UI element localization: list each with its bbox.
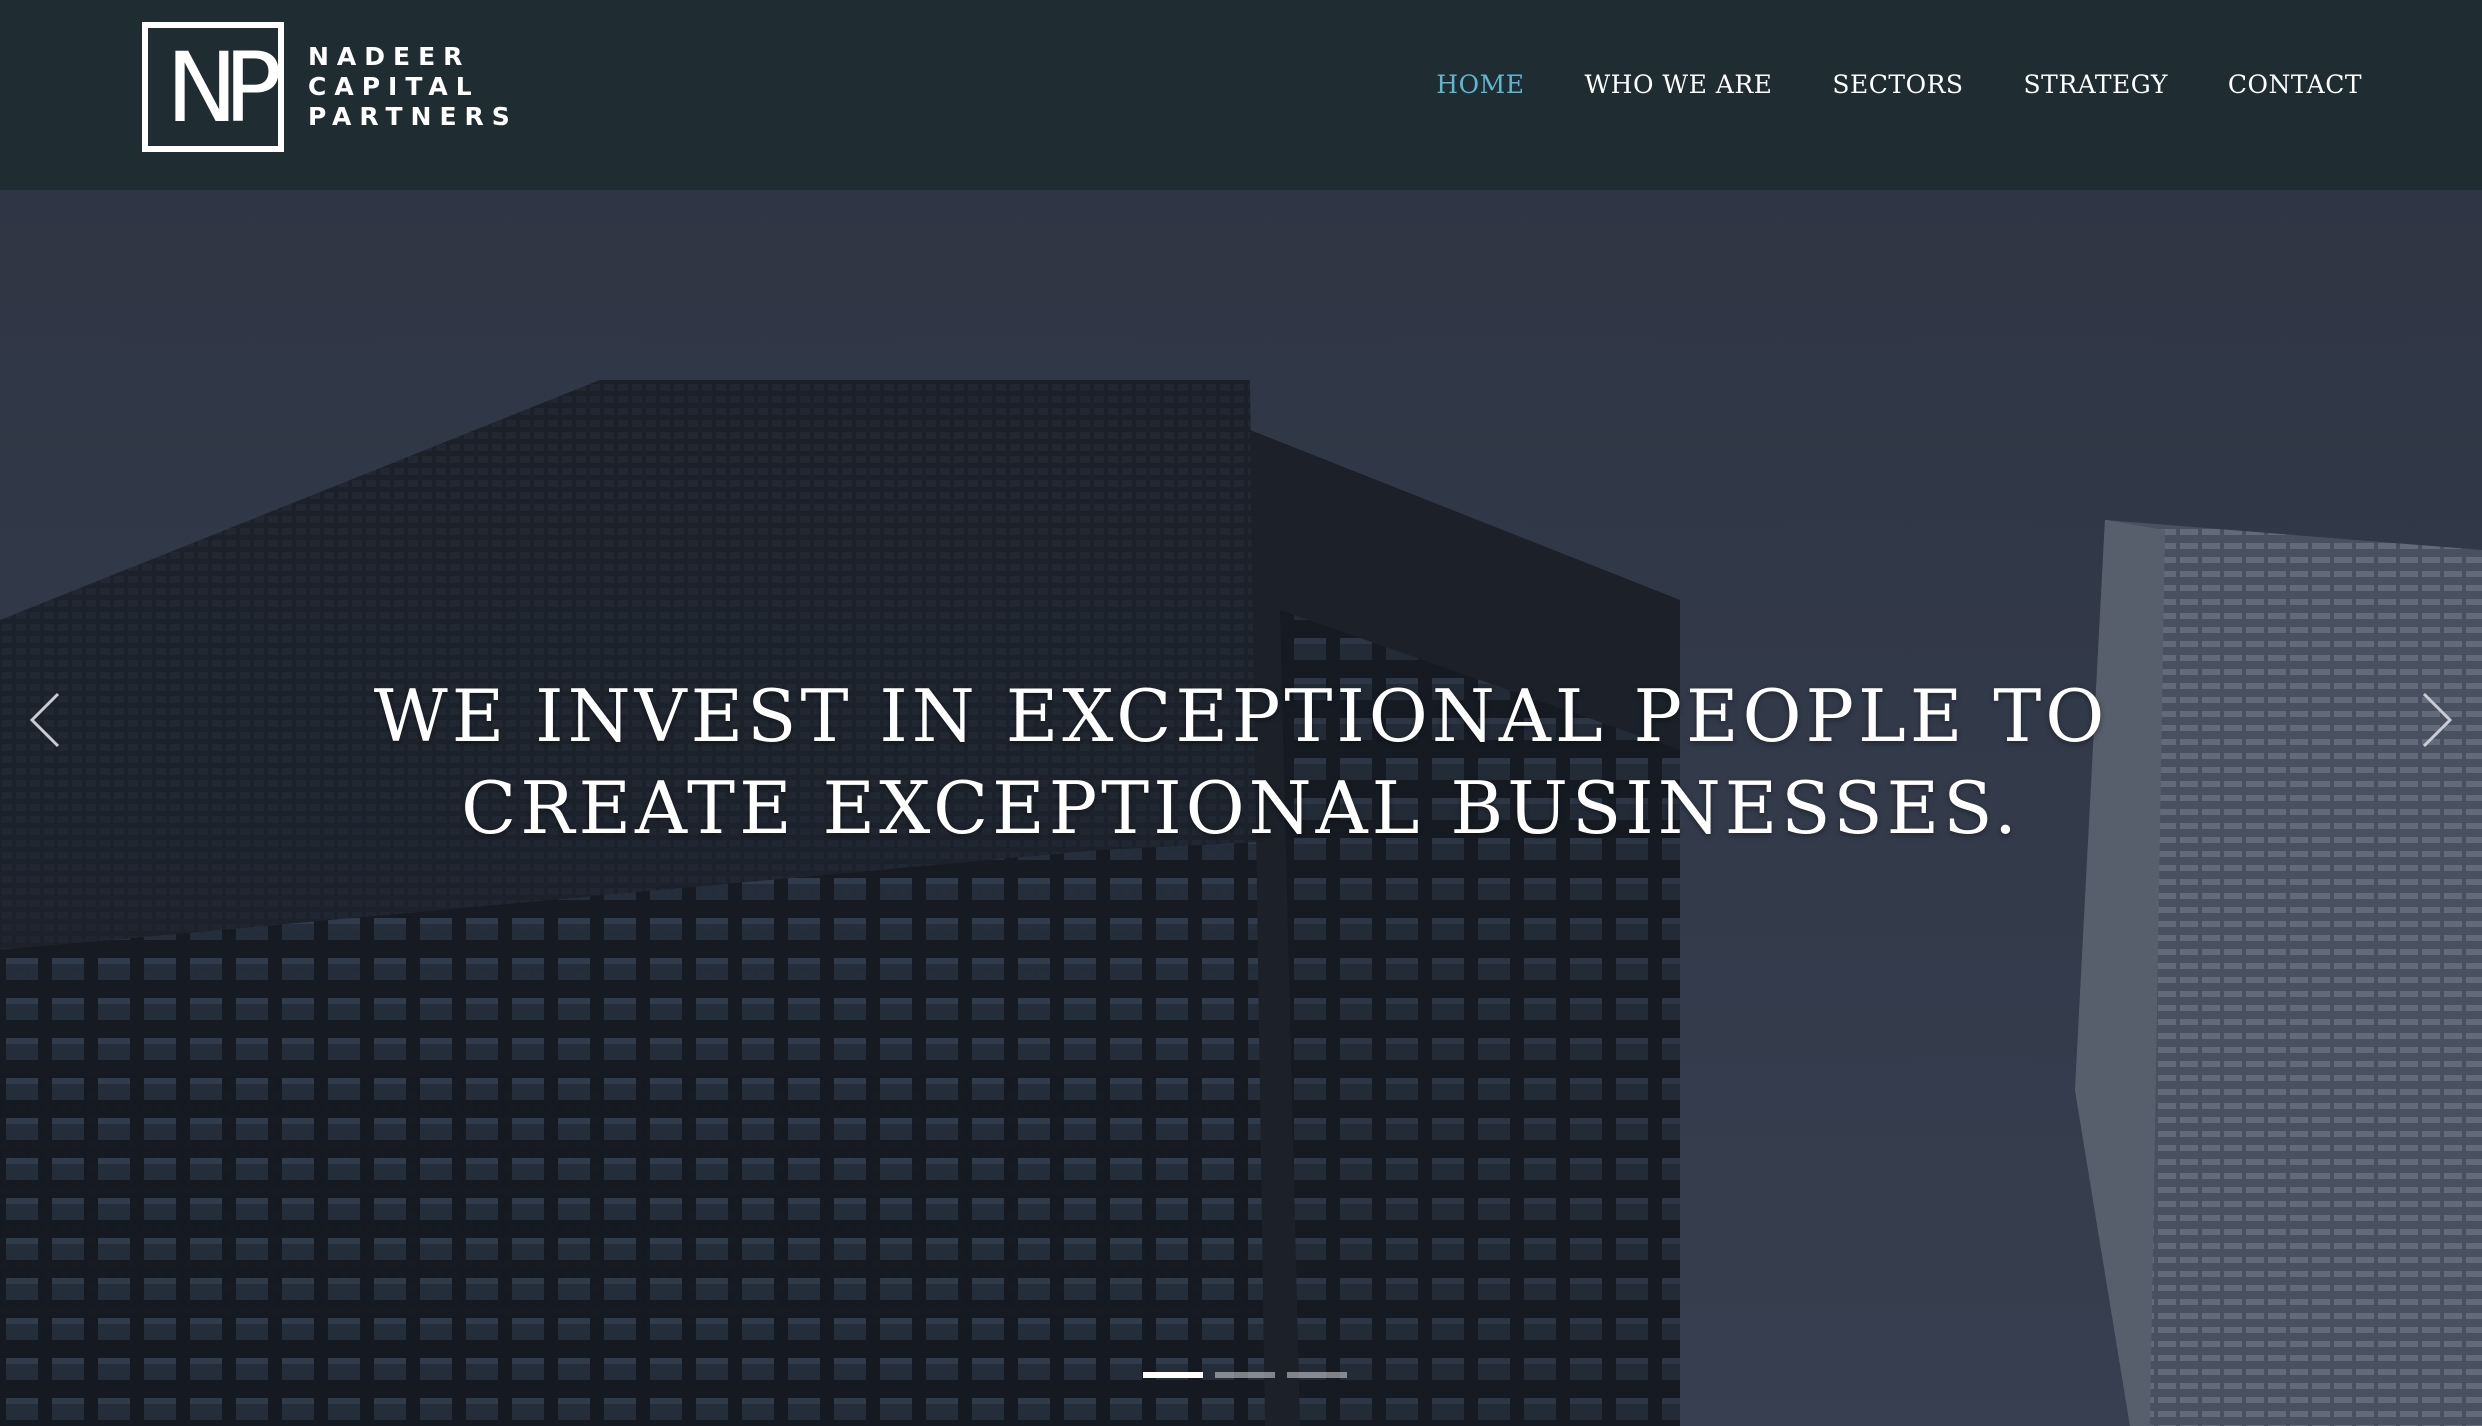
main-nav: HOME WHO WE ARE SECTORS STRATEGY CONTACT bbox=[1376, 70, 2362, 99]
next-slide-arrow-icon[interactable] bbox=[2404, 680, 2464, 760]
hero-slider: WE INVEST IN EXCEPTIONAL PEOPLE TO CREAT… bbox=[0, 190, 2482, 1426]
hero-headline-line-2: CREATE EXCEPTIONAL BUSINESSES. bbox=[461, 766, 2021, 850]
nav-sectors[interactable]: SECTORS bbox=[1832, 70, 1963, 99]
nav-home[interactable]: HOME bbox=[1436, 70, 1524, 99]
hero-headline-line-1: WE INVEST IN EXCEPTIONAL PEOPLE TO bbox=[373, 674, 2109, 758]
hero-headline: WE INVEST IN EXCEPTIONAL PEOPLE TO CREAT… bbox=[0, 670, 2482, 854]
logo-monogram-box: NP bbox=[142, 22, 284, 152]
slider-pagination bbox=[1143, 1372, 1347, 1378]
slider-dot-2[interactable] bbox=[1215, 1372, 1275, 1378]
logo-monogram: NP bbox=[166, 32, 282, 144]
nav-strategy[interactable]: STRATEGY bbox=[2024, 70, 2168, 99]
logo-wordmark: NADEER CAPITAL PARTNERS bbox=[308, 42, 518, 132]
logo-line-2: CAPITAL bbox=[308, 72, 480, 101]
prev-slide-arrow-icon[interactable] bbox=[18, 680, 78, 760]
logo-line-3: PARTNERS bbox=[308, 102, 518, 131]
logo-line-1: NADEER bbox=[308, 42, 471, 71]
slider-dot-3[interactable] bbox=[1287, 1372, 1347, 1378]
slider-dot-1[interactable] bbox=[1143, 1372, 1203, 1378]
nav-who-we-are[interactable]: WHO WE ARE bbox=[1584, 70, 1772, 99]
nav-contact[interactable]: CONTACT bbox=[2228, 70, 2362, 99]
brand-logo[interactable]: NP NADEER CAPITAL PARTNERS bbox=[142, 16, 522, 158]
site-header: NP NADEER CAPITAL PARTNERS HOME WHO WE A… bbox=[0, 0, 2482, 190]
